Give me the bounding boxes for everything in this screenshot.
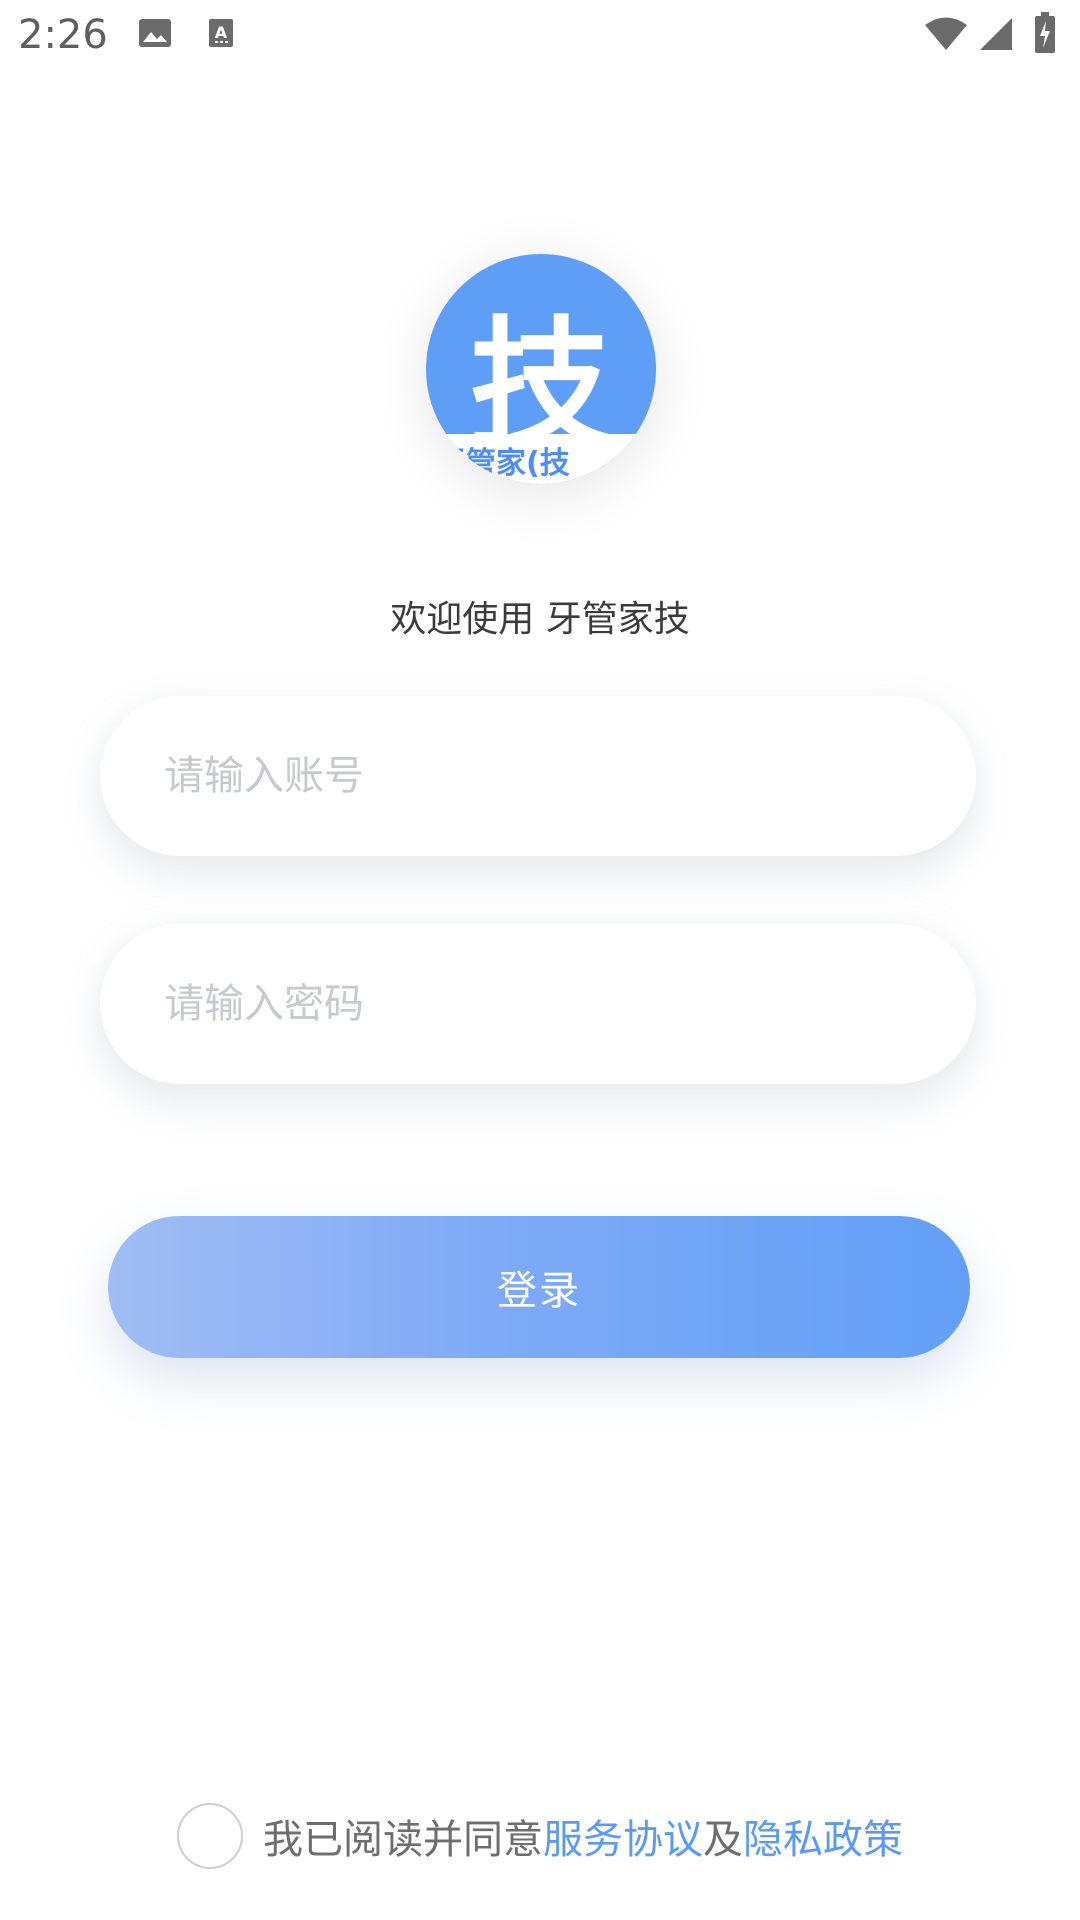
a-notification-icon: A (208, 18, 234, 52)
status-bar: 2:26 A (0, 0, 1080, 72)
battery-charging-icon (1034, 12, 1056, 58)
password-input[interactable] (100, 923, 976, 1085)
agreement-prefix: 我已阅读并同意 (263, 1817, 543, 1863)
app-logo: 技 牙管家(技 (426, 254, 656, 484)
agreement-checkbox[interactable] (177, 1803, 243, 1869)
wifi-icon (924, 16, 968, 56)
agreement-conjunction: 及 (703, 1817, 743, 1863)
privacy-policy-link[interactable]: 隐私政策 (743, 1817, 903, 1863)
agreement-text: 我已阅读并同意服务协议及隐私政策 (263, 1807, 903, 1865)
password-field-container (100, 923, 976, 1085)
login-button[interactable]: 登录 (108, 1216, 970, 1358)
signal-icon (978, 16, 1014, 56)
image-icon (138, 18, 172, 52)
agreement-row: 我已阅读并同意服务协议及隐私政策 (0, 1800, 1080, 1872)
account-input[interactable] (100, 695, 976, 857)
status-time: 2:26 (18, 12, 108, 58)
svg-text:A: A (215, 23, 228, 42)
service-agreement-link[interactable]: 服务协议 (543, 1817, 703, 1863)
welcome-text: 欢迎使用 牙管家技 (390, 599, 690, 640)
account-field-container (100, 695, 976, 857)
logo-band-text: 牙管家(技 (436, 446, 570, 481)
